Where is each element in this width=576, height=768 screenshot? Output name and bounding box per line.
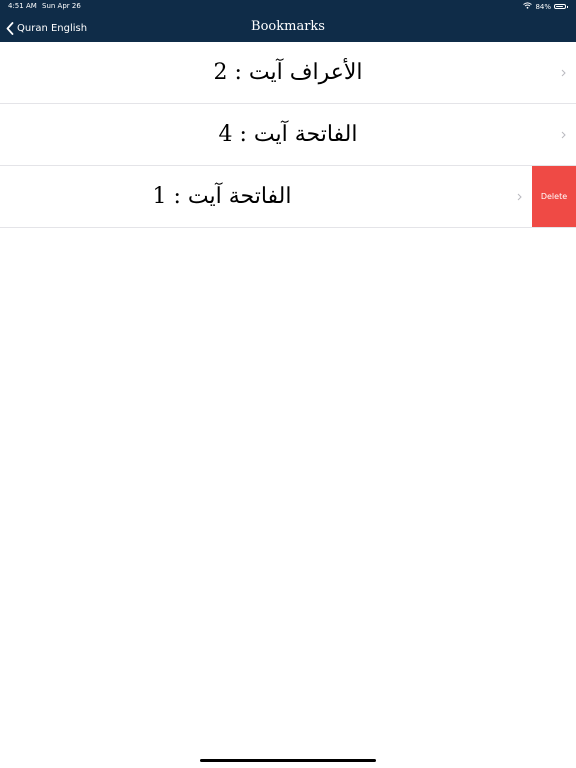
battery-percent: 84%: [535, 2, 551, 11]
battery-icon: [554, 4, 568, 9]
battery-fill: [556, 6, 563, 7]
bookmark-row[interactable]: الفاتحة آيت : 4: [0, 104, 576, 166]
page-title: Bookmarks: [251, 18, 325, 34]
status-bar: 4:51 AM Sun Apr 26 84%: [0, 0, 576, 14]
status-date: Sun Apr 26: [42, 2, 81, 10]
bookmark-label: الأعراف آيت : 2: [213, 60, 363, 85]
chevron-right-icon: [517, 166, 522, 227]
bookmark-label: الفاتحة آيت : 1: [152, 184, 292, 209]
navigation-bar: Quran English Bookmarks: [0, 14, 576, 42]
status-indicators: 84%: [523, 2, 568, 11]
chevron-right-icon: [561, 42, 566, 103]
bookmark-row-swiped[interactable]: الفاتحة آيت : 1 Delete: [0, 166, 576, 228]
bookmark-list: الأعراف آيت : 2 الفاتحة آيت : 4 الفاتحة …: [0, 42, 576, 228]
status-time: 4:51 AM: [8, 2, 37, 10]
chevron-right-icon: [561, 104, 566, 165]
bookmark-label: الفاتحة آيت : 4: [218, 122, 358, 147]
delete-button[interactable]: Delete: [532, 166, 576, 227]
home-indicator[interactable]: [200, 759, 376, 762]
wifi-icon: [523, 2, 533, 11]
bookmark-row[interactable]: الأعراف آيت : 2: [0, 42, 576, 104]
